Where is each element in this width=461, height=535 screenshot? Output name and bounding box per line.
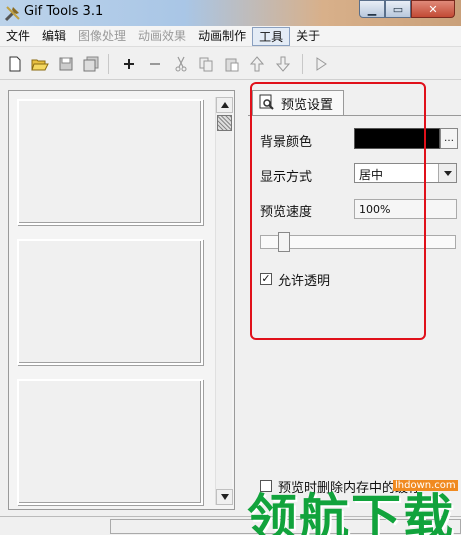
app-tools-icon (4, 4, 22, 22)
save-all-icon[interactable] (80, 53, 102, 75)
menu-image-processing[interactable]: 图像处理 (72, 27, 132, 46)
menu-about[interactable]: 关于 (290, 27, 326, 46)
open-folder-icon[interactable] (29, 53, 51, 75)
menu-animation-make[interactable]: 动画制作 (192, 27, 252, 46)
frame-thumbnail[interactable] (17, 239, 203, 365)
copy-icon[interactable] (195, 53, 217, 75)
toolbar (0, 48, 461, 80)
move-down-icon[interactable] (272, 53, 294, 75)
vertical-scrollbar[interactable] (215, 97, 233, 505)
title-bar: Gif Tools 3.1 ▁ ▭ ✕ (0, 0, 461, 26)
menu-edit[interactable]: 编辑 (36, 27, 72, 46)
new-file-icon[interactable] (4, 53, 26, 75)
add-icon[interactable] (118, 53, 140, 75)
scroll-down-icon[interactable] (216, 489, 233, 505)
maximize-icon[interactable]: ▭ (385, 0, 411, 18)
cut-icon[interactable] (170, 53, 192, 75)
minimize-icon[interactable]: ▁ (359, 0, 385, 18)
menu-file[interactable]: 文件 (0, 27, 36, 46)
frame-thumbnail[interactable] (17, 99, 203, 225)
menu-bar: 文件 编辑 图像处理 动画效果 动画制作 工具 关于 (0, 26, 461, 47)
window-title: Gif Tools 3.1 (24, 4, 104, 19)
close-icon[interactable]: ✕ (411, 0, 455, 18)
save-icon[interactable] (55, 53, 77, 75)
bg-color-picker-button[interactable]: … (440, 128, 458, 149)
move-up-icon[interactable] (246, 53, 268, 75)
window-controls: ▁ ▭ ✕ (359, 0, 455, 18)
frame-list-panel[interactable] (8, 90, 235, 510)
menu-tools[interactable]: 工具 (252, 26, 291, 46)
play-icon[interactable] (310, 53, 332, 75)
chevron-down-icon[interactable] (438, 164, 456, 182)
toolbar-separator (108, 54, 109, 74)
remove-icon[interactable] (144, 53, 166, 75)
frame-thumbnail[interactable] (17, 379, 203, 505)
scroll-up-icon[interactable] (216, 97, 233, 113)
watermark-url: lhdown.com (393, 480, 458, 491)
menu-animation-effects[interactable]: 动画效果 (132, 27, 192, 46)
scroll-thumb[interactable] (217, 115, 232, 131)
paste-icon[interactable] (221, 53, 243, 75)
highlight-box (250, 82, 426, 340)
toolbar-separator (302, 54, 303, 74)
